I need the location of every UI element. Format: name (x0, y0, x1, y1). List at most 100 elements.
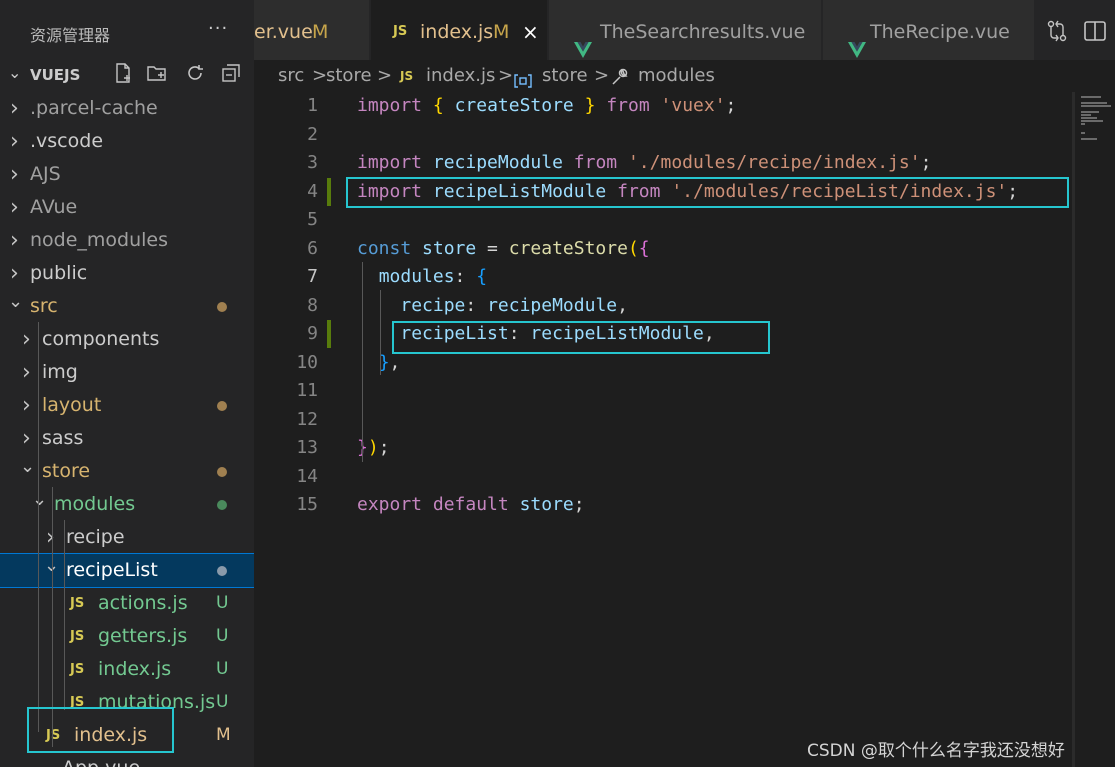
code-line[interactable]: 5 (254, 206, 1074, 234)
tree-item[interactable]: App.vue (0, 752, 254, 767)
new-file-icon[interactable] (112, 62, 138, 88)
tree-item-label: .vscode (30, 130, 104, 152)
chevron-down-icon: ⌄ (32, 489, 48, 510)
git-status-badge: U (216, 626, 229, 646)
line-number: 15 (296, 494, 318, 515)
tree-item-label: AJS (30, 163, 61, 185)
code-line[interactable]: 11 (254, 377, 1074, 405)
explorer-sidebar: 资源管理器 ··· ⌄ VUEJS › .parcel-cache › .vscode… (0, 0, 254, 767)
line-number: 7 (307, 266, 318, 287)
tab-index-js[interactable]: JS index.js M × (371, 0, 548, 60)
line-number: 10 (296, 352, 318, 373)
tree-item-label: modules (54, 493, 136, 515)
breadcrumb-item-index-js[interactable]: index.js (426, 60, 495, 92)
explorer-title: 资源管理器 (30, 26, 111, 45)
tab-label: er.vue (254, 21, 313, 43)
code-line[interactable]: 3 import recipeModule from './modules/rec… (254, 149, 1074, 177)
code-line[interactable]: 2 (254, 121, 1074, 149)
workspace-name: VUEJS (30, 66, 81, 84)
tree-item-label: layout (42, 394, 102, 416)
js-file-icon: JS (400, 69, 414, 83)
breadcrumb-item-store[interactable]: store (326, 60, 372, 92)
workspace-section-header[interactable]: ⌄ VUEJS (0, 60, 254, 90)
tab-modified-badge: M (493, 21, 510, 43)
git-status-dot (217, 401, 227, 411)
tab-bar: er.vue M JS index.js M × TheSearchresult… (254, 0, 1115, 60)
line-number: 11 (296, 380, 318, 401)
code-line[interactable]: 12 (254, 406, 1074, 434)
chevron-right-icon: › (22, 327, 31, 352)
editor-area: er.vue M JS index.js M × TheSearchresult… (254, 0, 1115, 767)
code-line[interactable]: 8 recipe: recipeModule, (254, 292, 1074, 320)
breadcrumb-item-modules[interactable]: modules (638, 60, 715, 92)
tab-therecipe-vue[interactable]: TheRecipe.vue (823, 0, 1035, 60)
chevron-right-icon: › (22, 393, 31, 418)
tree-item[interactable]: › public (0, 257, 254, 290)
code-line[interactable]: 1 import { createStore } from 'vuex'; (254, 92, 1074, 120)
breadcrumb-separator: > (498, 65, 514, 86)
watermark: CSDN @取个什么名字我还没想好 (807, 741, 1065, 761)
new-folder-icon[interactable] (146, 62, 172, 88)
collapse-all-icon[interactable] (220, 62, 246, 88)
chevron-right-icon: › (10, 228, 19, 253)
tree-item-label: store (42, 460, 91, 482)
git-status-badge: U (216, 659, 229, 679)
code-line[interactable]: 13}); (254, 434, 1074, 462)
code-line[interactable]: 15 export default store; (254, 491, 1074, 519)
minimap[interactable] (1074, 92, 1115, 767)
git-status-badge: U (216, 593, 229, 613)
tree-item[interactable]: › AVue (0, 191, 254, 224)
js-file-icon: JS (70, 662, 85, 677)
tree-item-label: sass (42, 427, 84, 449)
variable-symbol-icon (514, 68, 532, 88)
tree-item[interactable]: › AJS (0, 158, 254, 191)
tree-item-label: .parcel-cache (30, 97, 158, 119)
tab-er-vue[interactable]: er.vue M (254, 0, 370, 60)
more-actions-icon[interactable]: ··· (208, 18, 228, 39)
wrench-icon (610, 66, 630, 86)
code-text: export default store; (357, 494, 585, 515)
chevron-down-icon: ⌄ (20, 456, 36, 477)
chevron-right-icon: › (10, 129, 19, 154)
tree-item[interactable]: › .vscode (0, 125, 254, 158)
tab-thesearchresults-vue[interactable]: TheSearchresults.vue (549, 0, 822, 60)
code-line[interactable]: 14 (254, 463, 1074, 491)
tree-item-label: getters.js (98, 625, 188, 647)
tree-item-label: AVue (30, 196, 78, 218)
code-line[interactable]: 6 const store = createStore({ (254, 235, 1074, 263)
refresh-icon[interactable] (184, 62, 210, 88)
js-file-icon: JS (70, 629, 85, 644)
tab-label: index.js (420, 21, 494, 43)
tree-item-label: actions.js (98, 592, 188, 614)
tree-item[interactable]: ⌄ src (0, 290, 254, 323)
code-text: recipe: recipeModule, (400, 295, 628, 316)
split-editor-icon[interactable] (1082, 18, 1110, 46)
tab-label: TheSearchresults.vue (600, 21, 806, 43)
code-text: modules: { (378, 266, 488, 287)
vue-file-icon (34, 761, 52, 767)
tab-label: TheRecipe.vue (870, 21, 1010, 43)
indent-guide (64, 520, 65, 710)
line-number: 12 (296, 409, 318, 430)
tree-item[interactable]: › .parcel-cache (0, 92, 254, 125)
tree-item-label: public (30, 262, 88, 284)
close-icon[interactable]: × (522, 0, 539, 60)
highlight-import-line (346, 177, 1069, 208)
code-line[interactable]: 7 modules: { (254, 263, 1074, 291)
code-indent-guide (380, 290, 381, 375)
breadcrumb-item-store-symbol[interactable]: store (542, 60, 588, 92)
line-number: 14 (296, 466, 318, 487)
compare-changes-icon[interactable] (1044, 18, 1072, 46)
tree-item-label: src (30, 295, 58, 317)
line-number: 13 (296, 437, 318, 458)
tree-item-label: components (42, 328, 160, 350)
line-number: 1 (307, 95, 318, 116)
tree-item[interactable]: › node_modules (0, 224, 254, 257)
chevron-right-icon: › (10, 96, 19, 121)
git-status-badge: M (216, 725, 231, 745)
breadcrumb-item-src[interactable]: src (278, 60, 304, 92)
vue-file-icon (848, 20, 866, 60)
tree-item-label: node_modules (30, 229, 169, 251)
vue-file-icon (574, 20, 592, 60)
tree-item-label: img (42, 361, 78, 383)
